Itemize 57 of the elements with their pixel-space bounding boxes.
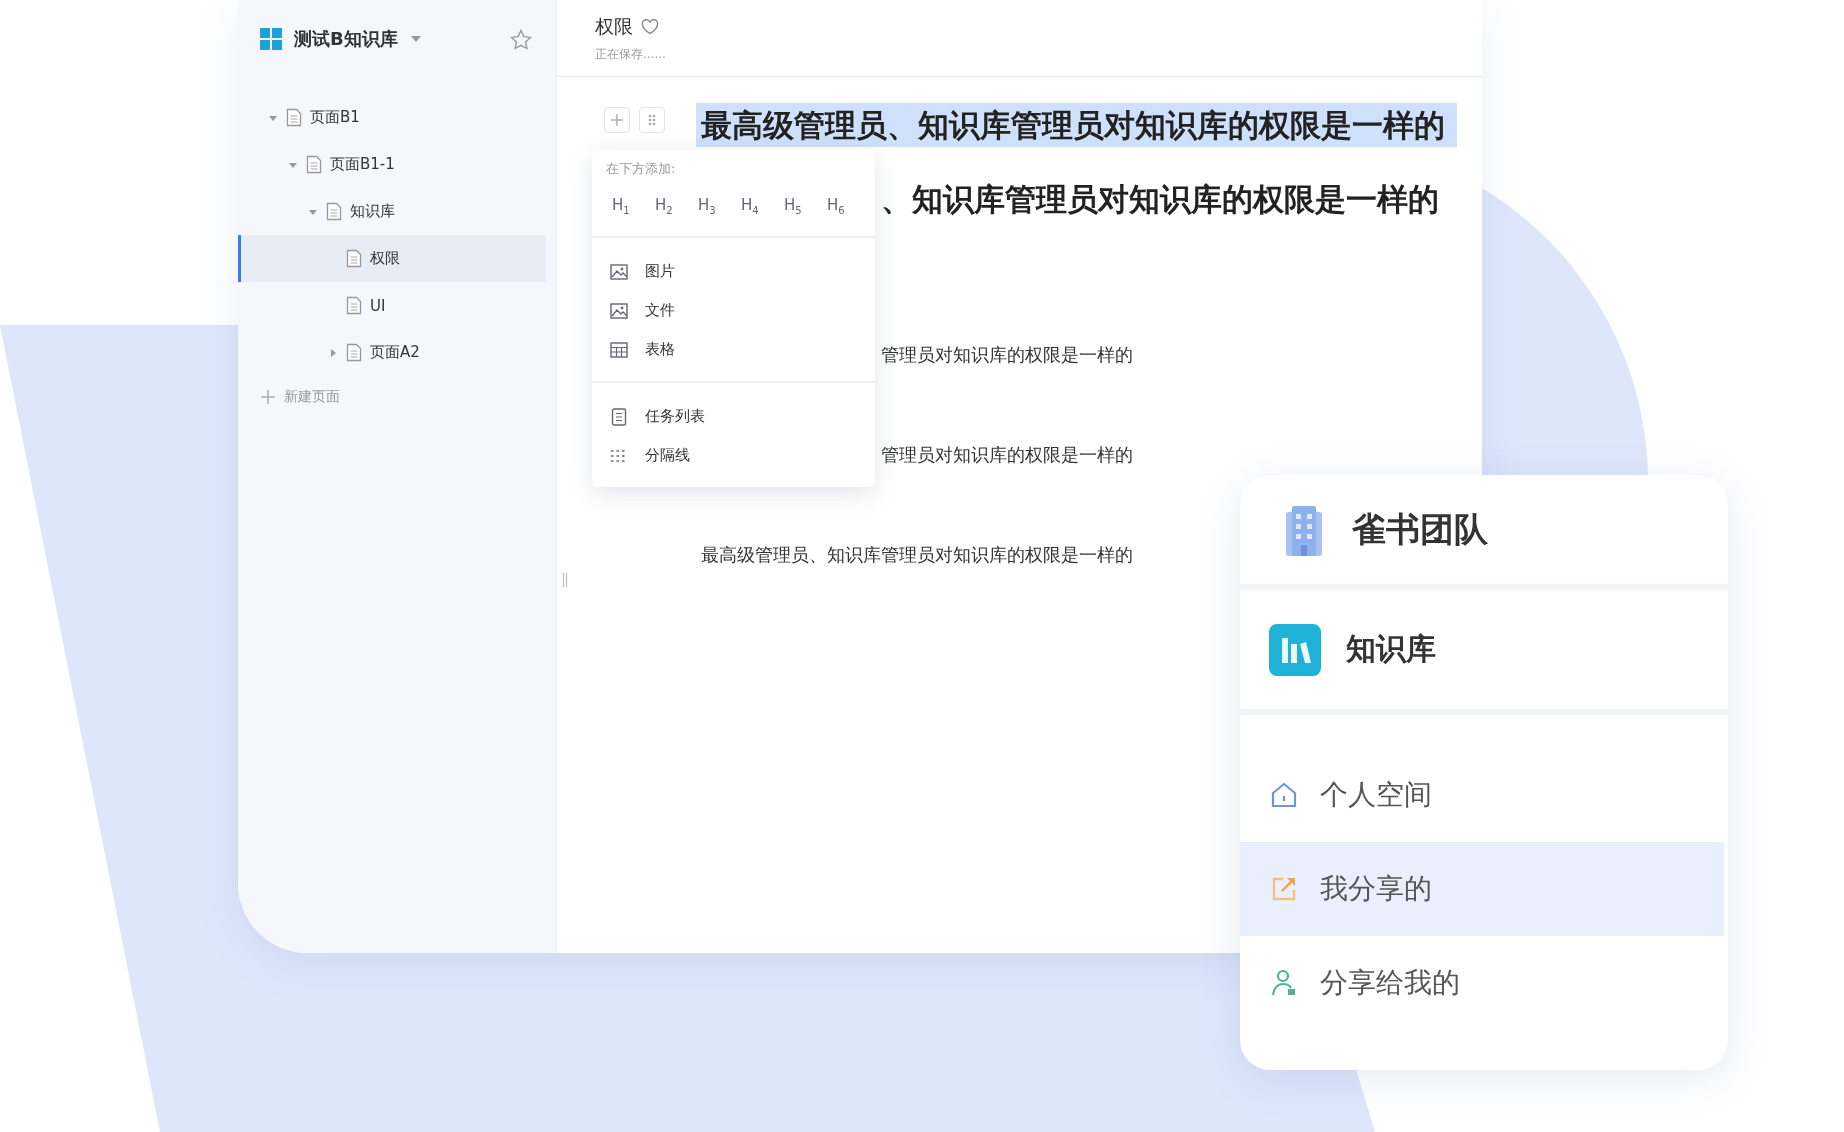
tree-item[interactable]: 页面B1	[238, 94, 546, 141]
knowledge-base-label[interactable]: 知识库	[1346, 629, 1436, 670]
menu-item[interactable]: 分隔线	[592, 436, 810, 475]
document-title: 权限	[595, 14, 633, 39]
nav-item[interactable]: 分享给我的	[1240, 936, 1724, 1030]
share-icon	[1270, 875, 1298, 903]
table-icon	[610, 341, 628, 358]
menu-item[interactable]: 图片	[592, 252, 810, 291]
heading-level-option[interactable]: H$_{1}$	[612, 196, 641, 216]
resize-handle[interactable]	[562, 572, 568, 588]
app-grid-icon	[260, 28, 282, 50]
nav-item[interactable]: 我分享的	[1240, 842, 1724, 936]
heading-text: 最高级管理员、知识库管理员对知识库的权限是一样的	[696, 103, 1457, 147]
person-icon	[1270, 968, 1298, 998]
books-icon[interactable]	[1268, 622, 1322, 677]
menu-item[interactable]: 表格	[592, 330, 810, 369]
heading-text: 、知识库管理员对知识库的权限是一样的	[880, 180, 1440, 219]
star-icon[interactable]	[510, 28, 532, 50]
tree-item[interactable]: 页面A2	[238, 329, 546, 376]
image-icon	[610, 263, 628, 280]
heart-icon[interactable]	[641, 19, 659, 35]
heading-level-option[interactable]: H$_{5}$	[784, 196, 813, 216]
tree-item[interactable]: 页面B1-1	[238, 141, 546, 188]
caret-down-icon[interactable]	[409, 35, 422, 43]
tree-item[interactable]: 知识库	[238, 188, 546, 235]
menu-item[interactable]: 任务列表	[592, 397, 810, 436]
team-name: 雀书团队	[1352, 507, 1488, 551]
drag-handle[interactable]	[639, 107, 665, 133]
list-icon	[611, 407, 627, 426]
menu-item[interactable]: 文件	[592, 291, 810, 330]
house-icon	[1270, 781, 1298, 809]
plus-icon	[260, 389, 276, 405]
heading-level-option[interactable]: H$_{3}$	[698, 196, 727, 216]
image-icon	[610, 302, 628, 319]
heading-level-option[interactable]: H$_{4}$	[741, 196, 770, 216]
grip-icon	[648, 114, 656, 126]
document-icon	[286, 108, 302, 127]
plus-icon	[610, 113, 624, 127]
knowledge-base-title[interactable]: 测试B知识库	[294, 27, 398, 51]
heading-level-option[interactable]: H$_{6}$	[827, 196, 856, 216]
add-block-button[interactable]	[604, 107, 630, 133]
document-icon	[346, 343, 362, 362]
insert-below-label: 在下方添加:	[605, 160, 676, 178]
paragraph-text: 管理员对知识库的权限是一样的	[880, 343, 1133, 367]
document-icon	[346, 296, 362, 315]
tree-item[interactable]: UI	[238, 282, 546, 329]
paragraph-text: 管理员对知识库的权限是一样的	[880, 443, 1133, 467]
nav-item[interactable]: 个人空间	[1240, 748, 1724, 842]
save-status: 正在保存......	[595, 46, 666, 63]
heading-level-option[interactable]: H$_{2}$	[655, 196, 684, 216]
paragraph-text: 最高级管理员、知识库管理员对知识库的权限是一样的	[700, 543, 1133, 567]
tree-item[interactable]: 权限	[238, 235, 546, 282]
caret-right-icon[interactable]	[328, 347, 338, 358]
document-icon	[306, 155, 322, 174]
document-icon	[346, 249, 362, 268]
dashed-lines-icon	[610, 448, 628, 463]
document-icon	[326, 202, 342, 221]
